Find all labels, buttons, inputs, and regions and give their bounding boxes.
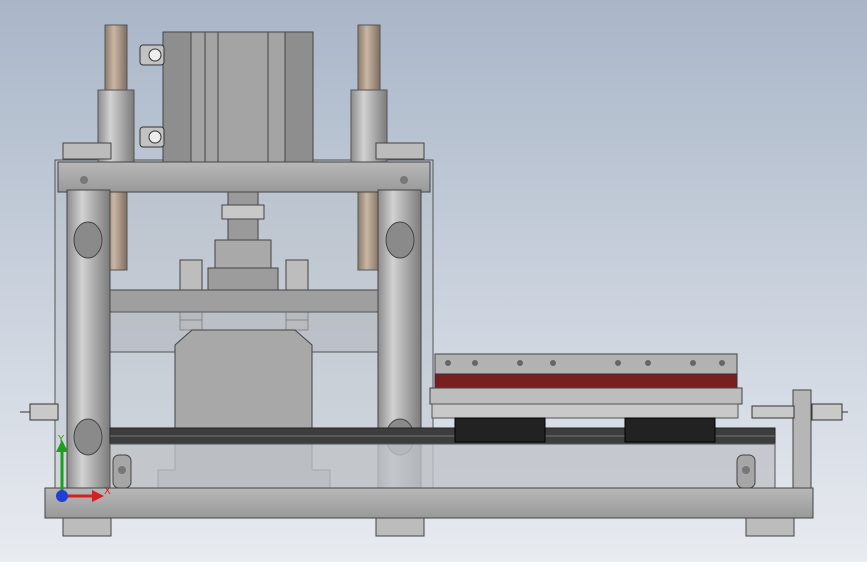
top-nut-left	[62, 142, 112, 160]
top-plate	[57, 161, 431, 193]
rod-coupler	[214, 239, 272, 271]
end-stop-bracket	[792, 389, 812, 489]
fixture-base	[431, 403, 739, 419]
air-fitting-bottom	[139, 126, 165, 148]
foot-center	[375, 517, 425, 537]
triad-x-label: X	[104, 486, 111, 497]
carriage-block-right	[624, 417, 716, 443]
base-rail-plate	[109, 443, 776, 489]
foot-left	[62, 517, 112, 537]
carriage-block-left	[454, 417, 546, 443]
triad-y-label: Y	[58, 434, 65, 445]
machine-drawing	[0, 0, 867, 562]
air-fitting-top	[139, 44, 165, 66]
foot-right	[745, 517, 795, 537]
cad-viewport[interactable]: X Y	[0, 0, 867, 562]
base-plate	[44, 487, 814, 519]
top-nut-right	[375, 142, 425, 160]
press-plate	[109, 289, 379, 313]
fixture-pad	[434, 373, 738, 389]
